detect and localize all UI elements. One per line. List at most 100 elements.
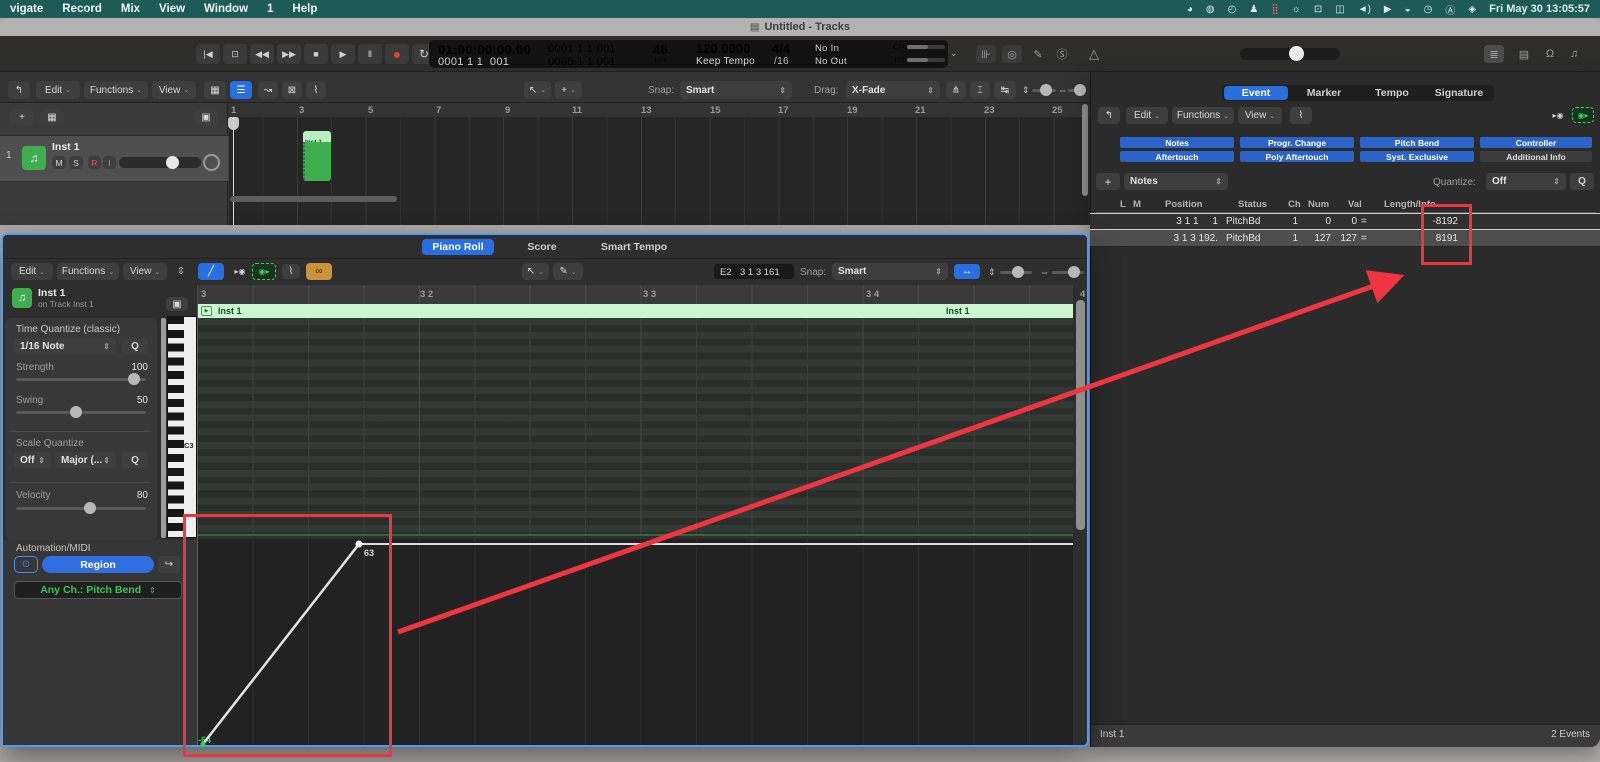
col-ch[interactable]: Ch	[1288, 199, 1301, 210]
browsers-button[interactable]: ▤	[1514, 45, 1534, 63]
filter-syst-exclusive[interactable]: Syst. Exclusive	[1360, 151, 1474, 162]
menubar-clock[interactable]: Fri May 30 13:05:57	[1489, 3, 1590, 15]
note-grid[interactable]	[197, 318, 1073, 536]
collapse-tracks-icon[interactable]: ↹	[994, 81, 1016, 99]
filter-notes[interactable]: Notes	[1120, 137, 1234, 148]
velocity-slider[interactable]	[16, 507, 146, 510]
tracks-horizontal-scrollbar[interactable]	[230, 196, 397, 202]
catch-playhead-button[interactable]: ▣	[166, 297, 188, 311]
record-enable-button[interactable]: R	[88, 156, 101, 169]
mute-button[interactable]: M	[52, 156, 66, 169]
cell-val[interactable]: 0	[1327, 216, 1357, 227]
tab-signature[interactable]: Signature	[1426, 86, 1492, 100]
go-to-beginning-button[interactable]: |◀	[196, 44, 220, 64]
track-pan-knob[interactable]	[203, 154, 220, 171]
swing-knob[interactable]	[70, 406, 82, 418]
lcd-position[interactable]: 0001 1 1 001	[438, 56, 509, 68]
pr-vertical-scrollbar[interactable]	[161, 318, 166, 538]
strength-knob[interactable]	[128, 373, 140, 385]
status-icon[interactable]: ⣿	[1271, 4, 1278, 15]
midi-out-icon[interactable]: ◉▸	[1572, 107, 1594, 123]
filter-additional-info[interactable]: Additional Info	[1480, 151, 1592, 162]
pr-flex-icon[interactable]: ⌇	[282, 264, 300, 279]
track-instrument-icon[interactable]: ♫	[22, 146, 46, 170]
col-val[interactable]: Val	[1348, 199, 1362, 210]
time-handles-button[interactable]: ↔	[954, 264, 980, 279]
stop-button[interactable]: ■	[304, 44, 328, 64]
menu-record[interactable]: Record	[62, 3, 102, 15]
grid-view-icon[interactable]: ▦	[204, 81, 226, 99]
event-edit-menu[interactable]: Edit⌄	[1126, 107, 1168, 124]
automation-region-button[interactable]: Region	[42, 556, 154, 573]
track-volume-knob[interactable]	[166, 156, 179, 169]
scale-root-select[interactable]: Off⇕	[14, 452, 51, 468]
midi-in-icon[interactable]: ▸◉	[1548, 108, 1568, 123]
metronome-icon[interactable]: △	[1084, 45, 1104, 63]
scale-q-button[interactable]: Q	[122, 452, 148, 468]
vertical-zoom-knob[interactable]	[1040, 84, 1052, 96]
tracks-secondary-tool[interactable]: +⌄	[555, 81, 582, 99]
lcd-mode-chevron-icon[interactable]: ⌄	[950, 48, 958, 59]
tracks-timeline-grid[interactable]	[228, 103, 1090, 225]
lcd-tempo-mode[interactable]: Keep Tempo	[696, 56, 755, 67]
event-type-select[interactable]: Notes⇕	[1124, 173, 1228, 190]
tracks-snap-select[interactable]: Smart⇕	[680, 81, 792, 99]
region-play-icon[interactable]: ▶	[201, 306, 212, 316]
col-status[interactable]: Status	[1238, 199, 1267, 210]
col-num[interactable]: Num	[1308, 199, 1329, 210]
time-quantize-q-button[interactable]: Q	[122, 338, 148, 354]
pr-functions-menu[interactable]: Functions⌄	[57, 263, 119, 280]
filter-aftertouch[interactable]: Aftertouch	[1120, 151, 1234, 162]
menu-mix[interactable]: Mix	[121, 3, 140, 15]
flex-icon[interactable]: ⌇	[306, 81, 326, 99]
count-in-icon[interactable]: ⊪	[976, 45, 996, 63]
filter-progr-change[interactable]: Progr. Change	[1240, 137, 1354, 148]
window-titlebar[interactable]: ▤ Untitled - Tracks	[0, 18, 1600, 36]
loop-browser-button[interactable]: ♫	[1564, 45, 1584, 63]
cell-position[interactable]: 3 1 1 1	[1130, 216, 1218, 227]
back-arrow-button[interactable]: ↰	[8, 81, 30, 99]
event-q-button[interactable]: Q	[1570, 173, 1594, 190]
tab-tempo[interactable]: Tempo	[1360, 86, 1424, 100]
list-view-icon[interactable]: ☰	[230, 81, 252, 99]
col-l[interactable]: L	[1120, 199, 1126, 210]
event-flex-icon[interactable]: ⌇	[1290, 107, 1312, 124]
waveform-zoom-icon[interactable]: ⋔	[946, 81, 966, 99]
cell-status[interactable]: PitchBd	[1226, 233, 1260, 244]
input-source-icon[interactable]: Ⓐ	[1445, 2, 1455, 17]
pr-region-bar[interactable]	[197, 304, 1073, 318]
tracks-edit-menu[interactable]: Edit⌄	[36, 81, 80, 99]
status-icon[interactable]: ♟	[1249, 4, 1258, 15]
lcd-division[interactable]: /16	[774, 56, 789, 67]
pr-edit-menu[interactable]: Edit⌄	[11, 263, 53, 280]
collapse-icon[interactable]: ⇳	[172, 264, 190, 279]
add-event-button[interactable]: +	[1096, 173, 1120, 190]
event-view-menu[interactable]: View⌄	[1238, 107, 1282, 124]
pr-pencil-tool[interactable]: ✎⌄	[553, 263, 583, 280]
automation-value-line[interactable]	[359, 543, 1073, 545]
lcd-tempo[interactable]: 120.0000	[696, 42, 751, 56]
record-button[interactable]: ●	[385, 44, 409, 64]
cell-status[interactable]: PitchBd	[1226, 216, 1260, 227]
pr-horizontal-zoom-knob[interactable]	[1068, 266, 1080, 278]
solo-button[interactable]: S	[69, 156, 83, 169]
midi-region[interactable]	[303, 142, 331, 181]
cell-ch[interactable]: 1	[1270, 216, 1298, 227]
pr-view-menu[interactable]: View⌄	[123, 263, 167, 280]
cell-val[interactable]: 127	[1327, 233, 1357, 244]
master-volume-knob[interactable]	[1289, 46, 1304, 61]
tab-marker[interactable]: Marker	[1292, 86, 1356, 100]
scale-type-select[interactable]: Major (...⇕	[55, 452, 116, 468]
lcd-time-signature[interactable]: 4/4	[772, 42, 790, 56]
track-header-config-button[interactable]: ▣	[194, 110, 218, 124]
input-monitor-button[interactable]: I	[103, 156, 116, 169]
event-quantize-select[interactable]: Off⇕	[1486, 173, 1566, 190]
tab-event[interactable]: Event	[1224, 86, 1288, 100]
cell-ch[interactable]: 1	[1270, 233, 1298, 244]
filter-pitch-bend[interactable]: Pitch Bend	[1360, 137, 1474, 148]
status-icon[interactable]: ⊡	[1314, 4, 1322, 15]
event-back-button[interactable]: ↰	[1098, 107, 1120, 124]
col-position[interactable]: Position	[1165, 199, 1202, 210]
pr-snap-select[interactable]: Smart⇕	[832, 263, 948, 280]
region-header[interactable]: Inst 1	[303, 131, 331, 142]
